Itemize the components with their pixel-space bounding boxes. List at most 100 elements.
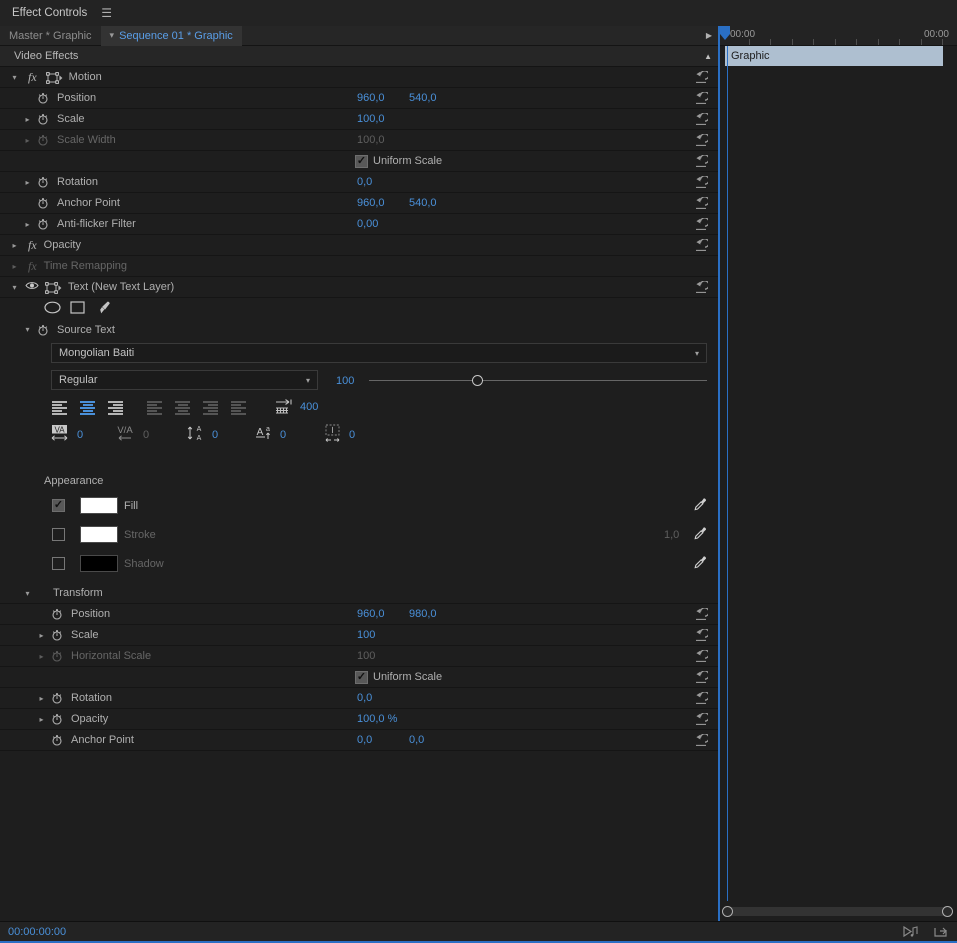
- ellipse-tool-icon[interactable]: [44, 301, 61, 317]
- property-row-motion-4[interactable]: ▸ Rotation 0,0: [0, 172, 718, 193]
- align-justify-all-button[interactable]: [230, 400, 247, 415]
- rectangle-tool-icon[interactable]: [70, 300, 85, 317]
- effect-group-opacity[interactable]: ▸ fx Opacity: [0, 235, 718, 256]
- align-justify-last-left-button[interactable]: [146, 400, 163, 415]
- property-value-x[interactable]: 100: [357, 650, 375, 662]
- twirl-arrow-icon[interactable]: ▸: [22, 115, 33, 124]
- align-justify-last-right-button[interactable]: [202, 400, 219, 415]
- property-value-x[interactable]: 100,0 %: [357, 713, 397, 725]
- transform-box-icon[interactable]: [45, 71, 63, 84]
- stroke-width-value[interactable]: 1,0: [664, 529, 679, 541]
- kerning-value[interactable]: 0: [143, 429, 149, 441]
- checkbox-checked[interactable]: ✓: [355, 670, 368, 684]
- zoom-handle-left[interactable]: [722, 906, 733, 917]
- property-row-transform-4[interactable]: ▸ Rotation 0,0: [0, 688, 718, 709]
- reset-button[interactable]: [694, 649, 710, 664]
- stopwatch-icon[interactable]: [37, 197, 49, 209]
- twirl-arrow-icon[interactable]: ▾: [22, 589, 33, 598]
- stopwatch-icon[interactable]: [37, 218, 49, 230]
- appearance-row-shadow[interactable]: Shadow: [0, 552, 718, 581]
- property-value-x[interactable]: 100: [357, 629, 375, 641]
- pen-tool-icon[interactable]: [96, 300, 111, 318]
- twirl-arrow-icon[interactable]: ▸: [9, 241, 20, 250]
- play-audio-icon[interactable]: [903, 925, 919, 938]
- effect-group-motion[interactable]: ▾ fx Motion: [0, 67, 718, 88]
- font-size-slider-track[interactable]: [369, 380, 707, 381]
- transform-box-icon[interactable]: [45, 281, 62, 294]
- stopwatch-icon[interactable]: [37, 92, 49, 104]
- faux-style-icon[interactable]: ا: [323, 424, 345, 445]
- tracking-value[interactable]: 0: [77, 429, 83, 441]
- align-justify-last-center-button[interactable]: [174, 400, 191, 415]
- baseline-shift-icon[interactable]: A a: [254, 424, 276, 445]
- reset-button[interactable]: [694, 196, 710, 211]
- property-row-motion-0[interactable]: Position 960,0 540,0: [0, 88, 718, 109]
- source-text-row[interactable]: ▾ Source Text: [0, 319, 718, 340]
- leading-value[interactable]: 400: [300, 401, 318, 413]
- property-value-y[interactable]: 0,0: [409, 734, 424, 746]
- reset-button[interactable]: [694, 670, 710, 685]
- property-row-transform-1[interactable]: ▸ Scale 100: [0, 625, 718, 646]
- tracking-icon[interactable]: VA: [51, 424, 73, 445]
- faux-style-value[interactable]: 0: [349, 429, 355, 441]
- tabs-overflow-arrow-icon[interactable]: ▶: [706, 31, 712, 40]
- baseline-shift-value[interactable]: 0: [280, 429, 286, 441]
- stopwatch-icon[interactable]: [37, 324, 49, 336]
- property-row-motion-5[interactable]: Anchor Point 960,0 540,0: [0, 193, 718, 214]
- stopwatch-icon[interactable]: [51, 734, 63, 746]
- twirl-arrow-icon[interactable]: ▸: [36, 694, 47, 703]
- reset-button[interactable]: [694, 628, 710, 643]
- property-value-y[interactable]: 980,0: [409, 608, 437, 620]
- eyedropper-icon[interactable]: [694, 555, 707, 572]
- stopwatch-icon[interactable]: [51, 692, 63, 704]
- twirl-arrow-icon[interactable]: ▾: [9, 283, 20, 292]
- property-row-motion-3[interactable]: ✓ Uniform Scale: [0, 151, 718, 172]
- color-swatch-fill[interactable]: [80, 497, 118, 514]
- color-swatch-stroke[interactable]: [80, 526, 118, 543]
- reset-button[interactable]: [694, 733, 710, 748]
- property-row-motion-6[interactable]: ▸ Anti-flicker Filter 0,00: [0, 214, 718, 235]
- reset-button[interactable]: [694, 238, 710, 253]
- property-row-transform-5[interactable]: ▸ Opacity 100,0 %: [0, 709, 718, 730]
- property-row-transform-3[interactable]: ✓ Uniform Scale: [0, 667, 718, 688]
- property-row-transform-6[interactable]: Anchor Point 0,0 0,0: [0, 730, 718, 751]
- timeline-zoom-scrollbar[interactable]: [720, 905, 955, 918]
- color-swatch-shadow[interactable]: [80, 555, 118, 572]
- stopwatch-icon[interactable]: [51, 629, 63, 641]
- eyedropper-icon[interactable]: [694, 526, 707, 543]
- reset-button[interactable]: [694, 133, 710, 148]
- property-value-x[interactable]: 960,0: [357, 197, 385, 209]
- reset-button[interactable]: [694, 691, 710, 706]
- video-effects-header[interactable]: Video Effects ▲: [0, 46, 718, 67]
- property-value-y[interactable]: 540,0: [409, 197, 437, 209]
- reset-button[interactable]: [694, 607, 710, 622]
- checkbox-unchecked[interactable]: [52, 557, 65, 570]
- stopwatch-icon[interactable]: [51, 608, 63, 620]
- stopwatch-icon[interactable]: [37, 134, 49, 146]
- property-value-y[interactable]: 540,0: [409, 92, 437, 104]
- hamburger-menu-icon[interactable]: ☰: [101, 7, 112, 19]
- twirl-arrow-icon[interactable]: ▾: [9, 73, 20, 82]
- property-row-transform-0[interactable]: Position 960,0 980,0: [0, 604, 718, 625]
- effect-group-time-remapping[interactable]: ▸ fx Time Remapping: [0, 256, 718, 277]
- property-value-x[interactable]: 100,0: [357, 134, 385, 146]
- twirl-arrow-icon[interactable]: ▾: [22, 325, 33, 334]
- reset-button[interactable]: [694, 280, 710, 295]
- font-size-value[interactable]: 100: [336, 375, 354, 387]
- property-row-motion-2[interactable]: ▸ Scale Width 100,0: [0, 130, 718, 151]
- tab-master-graphic[interactable]: Master * Graphic: [0, 26, 101, 46]
- twirl-arrow-icon[interactable]: ▸: [22, 136, 33, 145]
- property-row-transform-2[interactable]: ▸ Horizontal Scale 100: [0, 646, 718, 667]
- timeline-clip-graphic[interactable]: Graphic: [725, 46, 943, 66]
- reset-button[interactable]: [694, 175, 710, 190]
- twirl-arrow-icon[interactable]: ▸: [36, 631, 47, 640]
- property-value-x[interactable]: 0,0: [357, 176, 372, 188]
- leading-offset-value[interactable]: 0: [212, 429, 218, 441]
- leading-offset-icon[interactable]: A A: [186, 424, 208, 445]
- reset-button[interactable]: [694, 70, 710, 85]
- eyedropper-icon[interactable]: [694, 497, 707, 514]
- twirl-arrow-icon[interactable]: ▸: [22, 220, 33, 229]
- property-value-x[interactable]: 0,0: [357, 734, 372, 746]
- effect-group-transform[interactable]: ▾ Transform: [0, 583, 718, 604]
- checkbox-checked[interactable]: ✓: [52, 499, 65, 512]
